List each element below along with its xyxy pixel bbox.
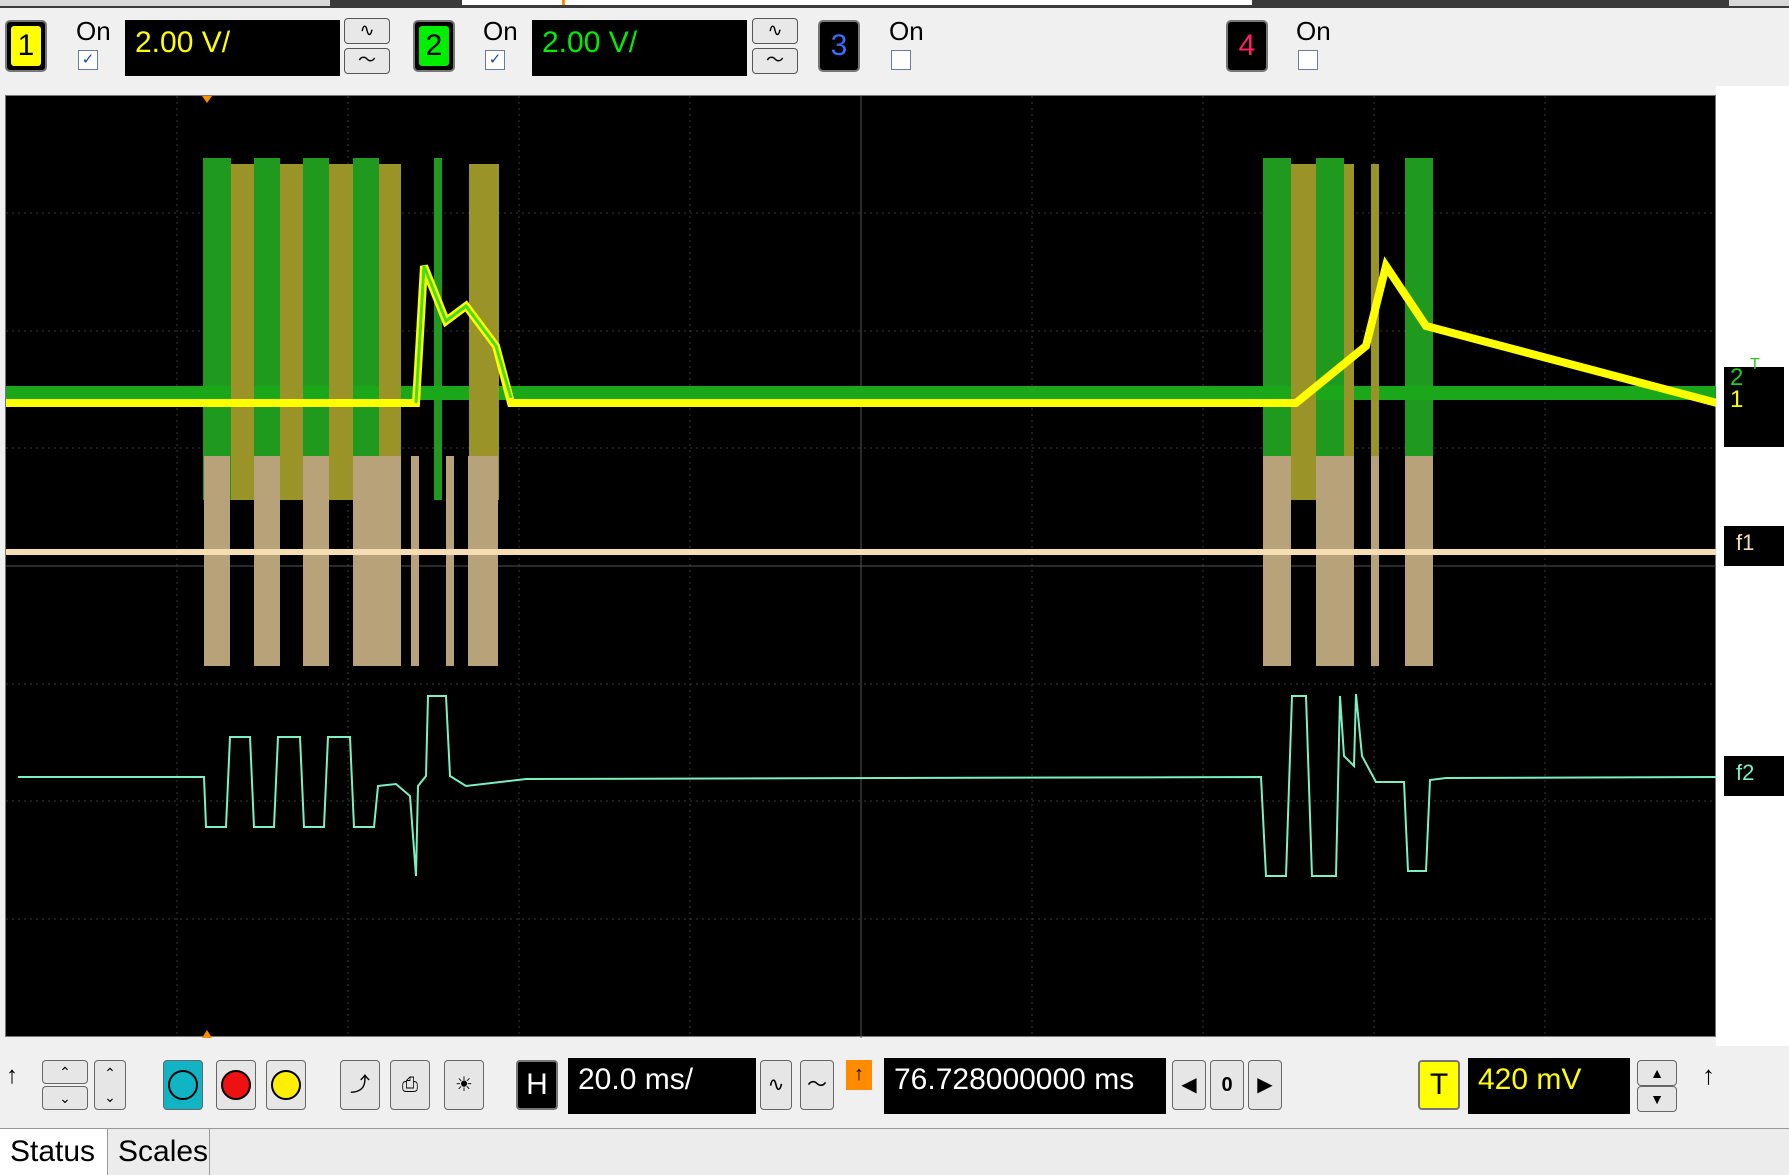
menu-strip-left (0, 0, 330, 6)
trigger-level-down-icon[interactable]: ▼ (1637, 1086, 1677, 1112)
channel-4-number: 4 (1238, 29, 1256, 62)
ch1-marker-label: 1 (1730, 386, 1744, 413)
channel-1-button[interactable]: 1 (5, 20, 47, 72)
channel-4-on-label: On (1296, 16, 1331, 46)
red-color-button[interactable] (216, 1060, 256, 1110)
print-icon[interactable]: ⎙ (390, 1060, 430, 1110)
channel-1-trace (231, 164, 1379, 500)
channel-1-number: 1 (11, 26, 41, 66)
scroll-down-icon[interactable]: ⌄ (42, 1086, 88, 1110)
channel-2-button[interactable]: 2 (413, 20, 455, 72)
top-strip (0, 0, 1789, 8)
channel-1-on-label: On (76, 16, 111, 46)
overview-trigger-marker (562, 0, 565, 5)
channel-3-number: 3 (830, 29, 848, 62)
yellow-color-button[interactable] (266, 1060, 306, 1110)
vertical-expand-icon[interactable]: ⌃ ⌄ (94, 1060, 126, 1110)
arrow-up-icon[interactable]: ↑ (6, 1062, 18, 1090)
delay-wave-icon[interactable]: 〜 (800, 1060, 834, 1110)
delay-field[interactable]: 76.728000000 ms (884, 1058, 1166, 1114)
f1-marker-label: f1 (1736, 530, 1755, 555)
function-1-trace (204, 456, 1433, 666)
channel-3-button[interactable]: 3 (818, 20, 860, 72)
scroll-up-icon[interactable]: ⌃ (42, 1060, 88, 1084)
marker-panel: 2 T 1 f1 f2 (1716, 86, 1789, 1046)
channel-2-checkbox[interactable]: ✓ (485, 50, 505, 70)
cyan-color-button[interactable] (163, 1060, 203, 1110)
bottom-controls: ↑ ⌃ ⌄ ⌃ ⌄ ⤴ ⎙ ☀ H 20.0 ms/ ∿ 〜 ↑ 76.72800… (0, 1046, 1789, 1130)
f2-marker-label: f2 (1736, 760, 1755, 785)
trigger-level-field[interactable]: 420 mV (1468, 1058, 1630, 1114)
trigger-level-up-icon[interactable]: ▲ (1637, 1060, 1677, 1086)
tab-status[interactable]: Status (0, 1129, 108, 1175)
bottom-tabs: Status Scales (0, 1128, 1789, 1175)
delay-right-icon[interactable]: ▶ (1248, 1060, 1282, 1110)
channel-3-checkbox[interactable] (891, 50, 911, 70)
timebase-field[interactable]: 20.0 ms/ (568, 1058, 756, 1114)
waveform-display[interactable]: ⊥ ⊥ ⊥ ⊥ (5, 95, 1747, 1038)
channel-2-ac-coupling-icon[interactable]: ∿ (752, 18, 798, 44)
channel-2-scale[interactable]: 2.00 V/ (532, 20, 747, 76)
delay-mode-icon[interactable]: ∿ (760, 1060, 792, 1110)
brightness-icon[interactable]: ☀ (444, 1060, 484, 1110)
channel-bar: 1 On ✓ 2.00 V/ ∿ 〜 2 On ✓ 2.00 V/ ∿ 〜 3 … (0, 8, 1789, 86)
channel-4-button[interactable]: 4 (1226, 20, 1268, 72)
channel-1-dc-coupling-icon[interactable]: 〜 (344, 48, 390, 74)
channel-2-dc-coupling-icon[interactable]: 〜 (752, 48, 798, 74)
waveform-svg: ⊥ ⊥ ⊥ ⊥ (6, 96, 1747, 1038)
channel-1-checkbox[interactable]: ✓ (78, 50, 98, 70)
waveform-overview-bar[interactable] (462, 0, 1252, 5)
ch2-trigger-tag: T (1750, 356, 1760, 373)
trigger-position-marker-top (202, 96, 212, 103)
trigger-button[interactable]: T (1418, 1060, 1460, 1110)
channel-1-scale[interactable]: 2.00 V/ (125, 20, 340, 76)
tab-scales[interactable]: Scales (108, 1129, 210, 1175)
channel-4-checkbox[interactable] (1298, 50, 1318, 70)
horizontal-button[interactable]: H (516, 1060, 558, 1110)
channel-2-number: 2 (419, 26, 449, 66)
menu-strip-right (1729, 0, 1789, 6)
delay-reference-icon[interactable]: ↑ (846, 1060, 872, 1090)
delay-zero-button[interactable]: 0 (1210, 1060, 1244, 1110)
trigger-reference-icon[interactable]: ↑ (1702, 1060, 1715, 1091)
channel-2-on-label: On (483, 16, 518, 46)
channel-3-on-label: On (889, 16, 924, 46)
trigger-position-marker-bottom (202, 1030, 212, 1038)
function-2-trace (18, 693, 1718, 877)
autoscale-icon[interactable]: ⤴ (340, 1060, 380, 1110)
channel-1-ac-coupling-icon[interactable]: ∿ (344, 18, 390, 44)
delay-left-icon[interactable]: ◀ (1172, 1060, 1206, 1110)
